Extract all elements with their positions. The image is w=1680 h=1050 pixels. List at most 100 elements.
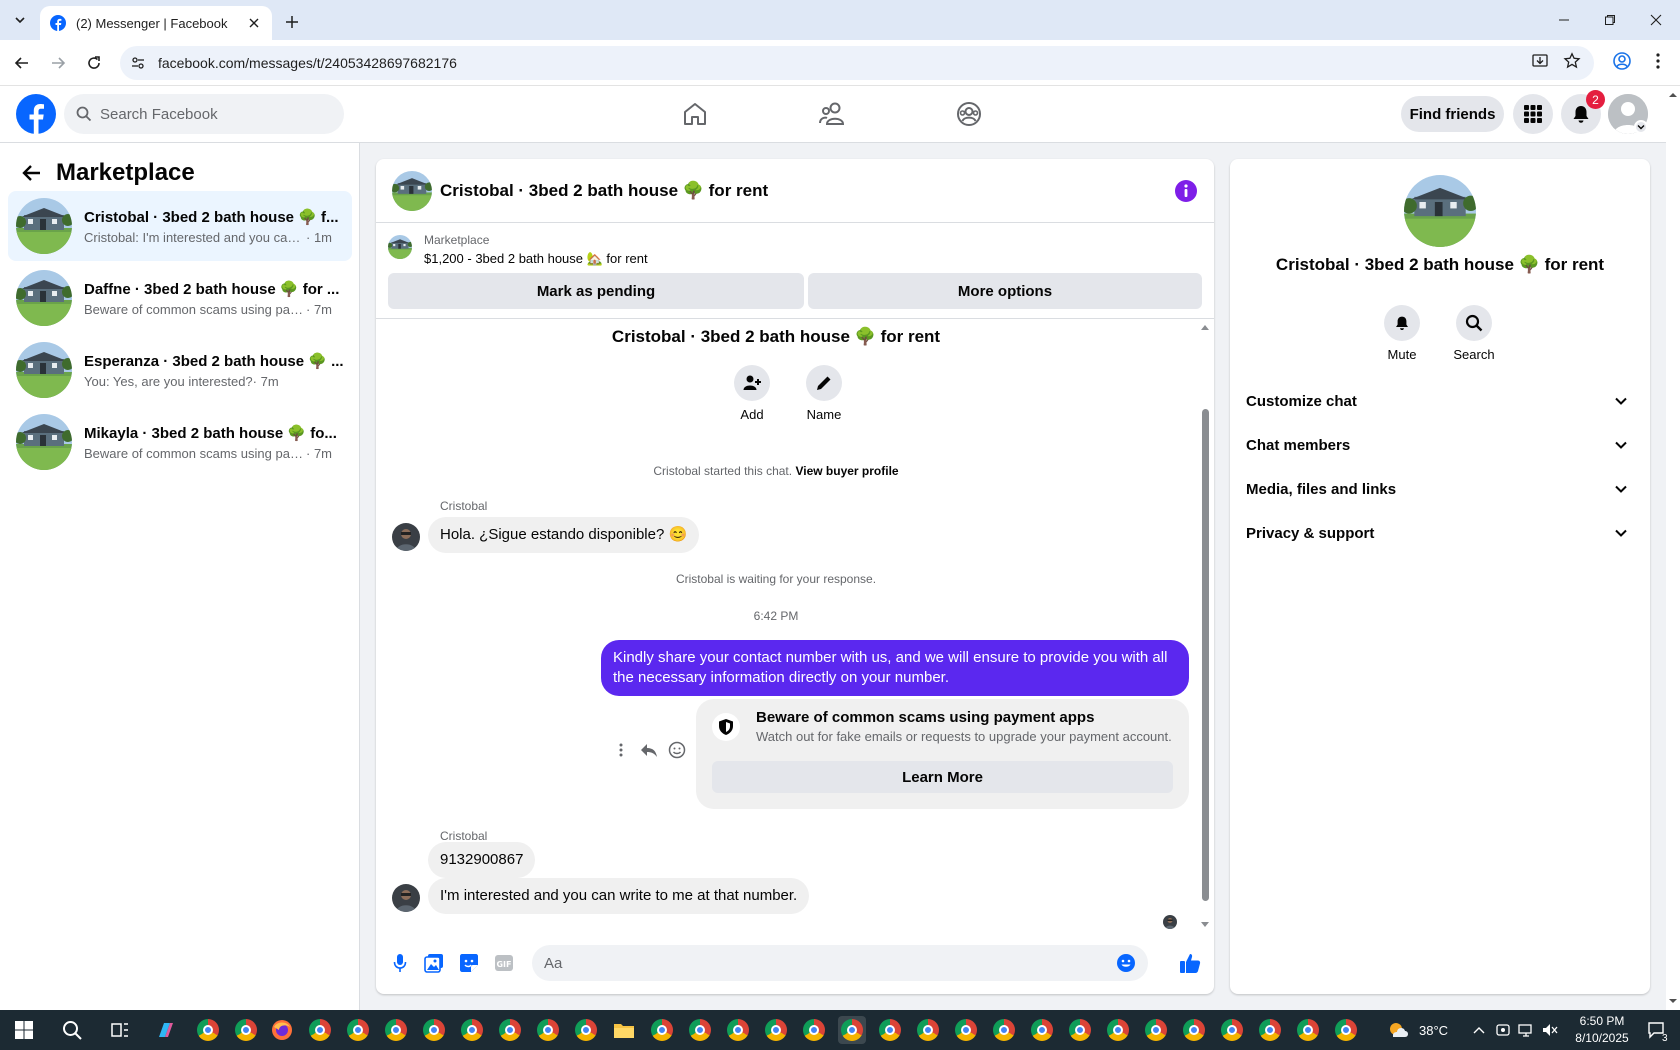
chrome-taskbar-icon[interactable] — [1294, 1016, 1322, 1044]
message-bubble[interactable]: I'm interested and you can write to me a… — [428, 878, 810, 914]
menu-grid-icon[interactable] — [1513, 94, 1553, 134]
groups-nav-icon[interactable] — [914, 86, 1024, 142]
find-friends-button[interactable]: Find friends — [1401, 96, 1504, 132]
home-nav-icon[interactable] — [640, 86, 750, 142]
listing-small-thumbnail[interactable] — [388, 235, 412, 259]
windows-start-icon[interactable] — [10, 1016, 38, 1044]
photo-gallery-icon[interactable] — [422, 951, 446, 975]
mute-action[interactable]: Mute — [1372, 305, 1432, 362]
tab-search-chevron-icon[interactable] — [8, 8, 32, 32]
view-buyer-profile-link[interactable]: View buyer profile — [795, 464, 898, 478]
browser-menu-icon[interactable] — [1645, 48, 1671, 74]
reload-icon[interactable] — [82, 51, 106, 75]
friends-nav-icon[interactable] — [777, 86, 887, 142]
privacy-support-section[interactable]: Privacy & support — [1246, 513, 1634, 553]
chrome-taskbar-icon[interactable] — [762, 1016, 790, 1044]
chrome-taskbar-icon[interactable] — [496, 1016, 524, 1044]
taskbar-search-icon[interactable] — [58, 1016, 86, 1044]
react-smiley-icon[interactable] — [666, 739, 688, 761]
chrome-taskbar-icon[interactable] — [648, 1016, 676, 1044]
chrome-taskbar-icon[interactable] — [458, 1016, 486, 1044]
weather-icon[interactable] — [1384, 1016, 1412, 1044]
clock-time[interactable]: 6:50 PM — [1574, 1014, 1630, 1028]
tab-close-icon[interactable] — [246, 15, 262, 31]
message-bubble[interactable]: Hola. ¿Sigue estando disponible? 😊 — [428, 517, 700, 553]
page-scroll-up-icon[interactable] — [1666, 90, 1680, 100]
gif-icon[interactable]: GIF — [492, 951, 516, 975]
chat-members-section[interactable]: Chat members — [1246, 425, 1634, 465]
listing-title[interactable]: $1,200 - 3bed 2 bath house 🏡 for rent — [424, 251, 648, 267]
chrome-taskbar-icon[interactable] — [952, 1016, 980, 1044]
clock-date[interactable]: 8/10/2025 — [1568, 1031, 1636, 1045]
bookmark-star-icon[interactable] — [1559, 48, 1585, 74]
profile-icon[interactable] — [1609, 48, 1635, 74]
microphone-icon[interactable] — [388, 951, 412, 975]
more-dots-icon[interactable] — [610, 739, 632, 761]
emoji-smiley-icon[interactable] — [1116, 953, 1136, 973]
sticker-icon[interactable] — [457, 951, 481, 975]
chrome-taskbar-icon[interactable] — [306, 1016, 334, 1044]
chrome-taskbar-icon[interactable] — [1104, 1016, 1132, 1044]
chrome-taskbar-icon[interactable] — [572, 1016, 600, 1044]
omnibox[interactable]: facebook.com/messages/t/2405342869768217… — [120, 46, 1594, 80]
install-app-icon[interactable] — [1527, 48, 1553, 74]
conversation-item[interactable]: Daffne · 3bed 2 bath house 🌳 for ... Bew… — [8, 263, 352, 333]
name-chat-action[interactable]: Name — [794, 365, 854, 422]
minimize-icon[interactable] — [1541, 0, 1587, 40]
chrome-taskbar-icon[interactable] — [914, 1016, 942, 1044]
task-view-icon[interactable] — [106, 1016, 134, 1044]
search-action[interactable]: Search — [1444, 305, 1504, 362]
media-files-links-section[interactable]: Media, files and links — [1246, 469, 1634, 509]
new-tab-plus-icon[interactable] — [280, 10, 304, 34]
chrome-taskbar-icon[interactable] — [1332, 1016, 1360, 1044]
facebook-search-input[interactable] — [100, 105, 320, 123]
chrome-taskbar-icon[interactable] — [1218, 1016, 1246, 1044]
chrome-taskbar-icon[interactable] — [1180, 1016, 1208, 1044]
chrome-taskbar-icon[interactable] — [382, 1016, 410, 1044]
firefox-taskbar-icon[interactable] — [268, 1016, 296, 1044]
chat-scrollbar[interactable] — [1200, 323, 1210, 931]
back-arrow-icon[interactable] — [10, 51, 34, 75]
learn-more-button[interactable]: Learn More — [712, 761, 1173, 793]
chrome-taskbar-icon[interactable] — [1066, 1016, 1094, 1044]
add-people-action[interactable]: Add — [722, 365, 782, 422]
sender-avatar[interactable] — [392, 884, 420, 912]
chrome-taskbar-icon[interactable] — [194, 1016, 222, 1044]
customize-chat-section[interactable]: Customize chat — [1246, 381, 1634, 421]
mark-as-pending-button[interactable]: Mark as pending — [388, 273, 804, 309]
conversation-avatar[interactable] — [1404, 175, 1476, 247]
scroll-down-arrow-icon[interactable] — [1200, 921, 1210, 929]
message-bubble[interactable]: 9132900867 — [428, 842, 536, 878]
forward-arrow-icon[interactable] — [46, 51, 70, 75]
chat-listing-thumbnail[interactable] — [392, 170, 432, 211]
chrome-taskbar-icon[interactable] — [534, 1016, 562, 1044]
back-arrow-icon[interactable] — [20, 161, 44, 185]
facebook-logo-icon[interactable] — [16, 94, 56, 134]
page-scroll-down-icon[interactable] — [1666, 996, 1680, 1006]
chrome-taskbar-icon[interactable] — [724, 1016, 752, 1044]
volume-muted-icon[interactable] — [1536, 1016, 1564, 1044]
chrome-taskbar-icon[interactable] — [1256, 1016, 1284, 1044]
sender-avatar[interactable] — [392, 523, 420, 551]
chrome-taskbar-icon[interactable] — [990, 1016, 1018, 1044]
conversation-item[interactable]: Cristobal · 3bed 2 bath house 🌳 f... Cri… — [8, 191, 352, 261]
chrome-taskbar-icon[interactable] — [420, 1016, 448, 1044]
account-chevron-down-icon[interactable] — [1634, 120, 1648, 134]
chrome-taskbar-icon[interactable] — [686, 1016, 714, 1044]
page-scrollbar[interactable] — [1666, 86, 1680, 1010]
conversation-item[interactable]: Esperanza · 3bed 2 bath house 🌳 ... You:… — [8, 335, 352, 405]
my-message-bubble[interactable]: Kindly share your contact number with us… — [601, 640, 1189, 696]
copilot-icon[interactable] — [151, 1016, 179, 1044]
chat-title[interactable]: Cristobal · 3bed 2 bath house 🌳 for rent — [440, 181, 768, 201]
close-window-icon[interactable] — [1633, 0, 1679, 40]
message-input[interactable] — [544, 954, 1104, 972]
chrome-taskbar-icon[interactable] — [876, 1016, 904, 1044]
site-settings-icon[interactable] — [130, 55, 146, 71]
chrome-taskbar-icon[interactable] — [838, 1016, 866, 1044]
chrome-taskbar-icon[interactable] — [344, 1016, 372, 1044]
restore-icon[interactable] — [1587, 0, 1633, 40]
file-explorer-taskbar-icon[interactable] — [610, 1016, 638, 1044]
temperature-text[interactable]: 38°C — [1419, 1023, 1448, 1038]
facebook-search-box[interactable] — [64, 94, 344, 134]
browser-tab[interactable]: (2) Messenger | Facebook — [40, 6, 272, 40]
